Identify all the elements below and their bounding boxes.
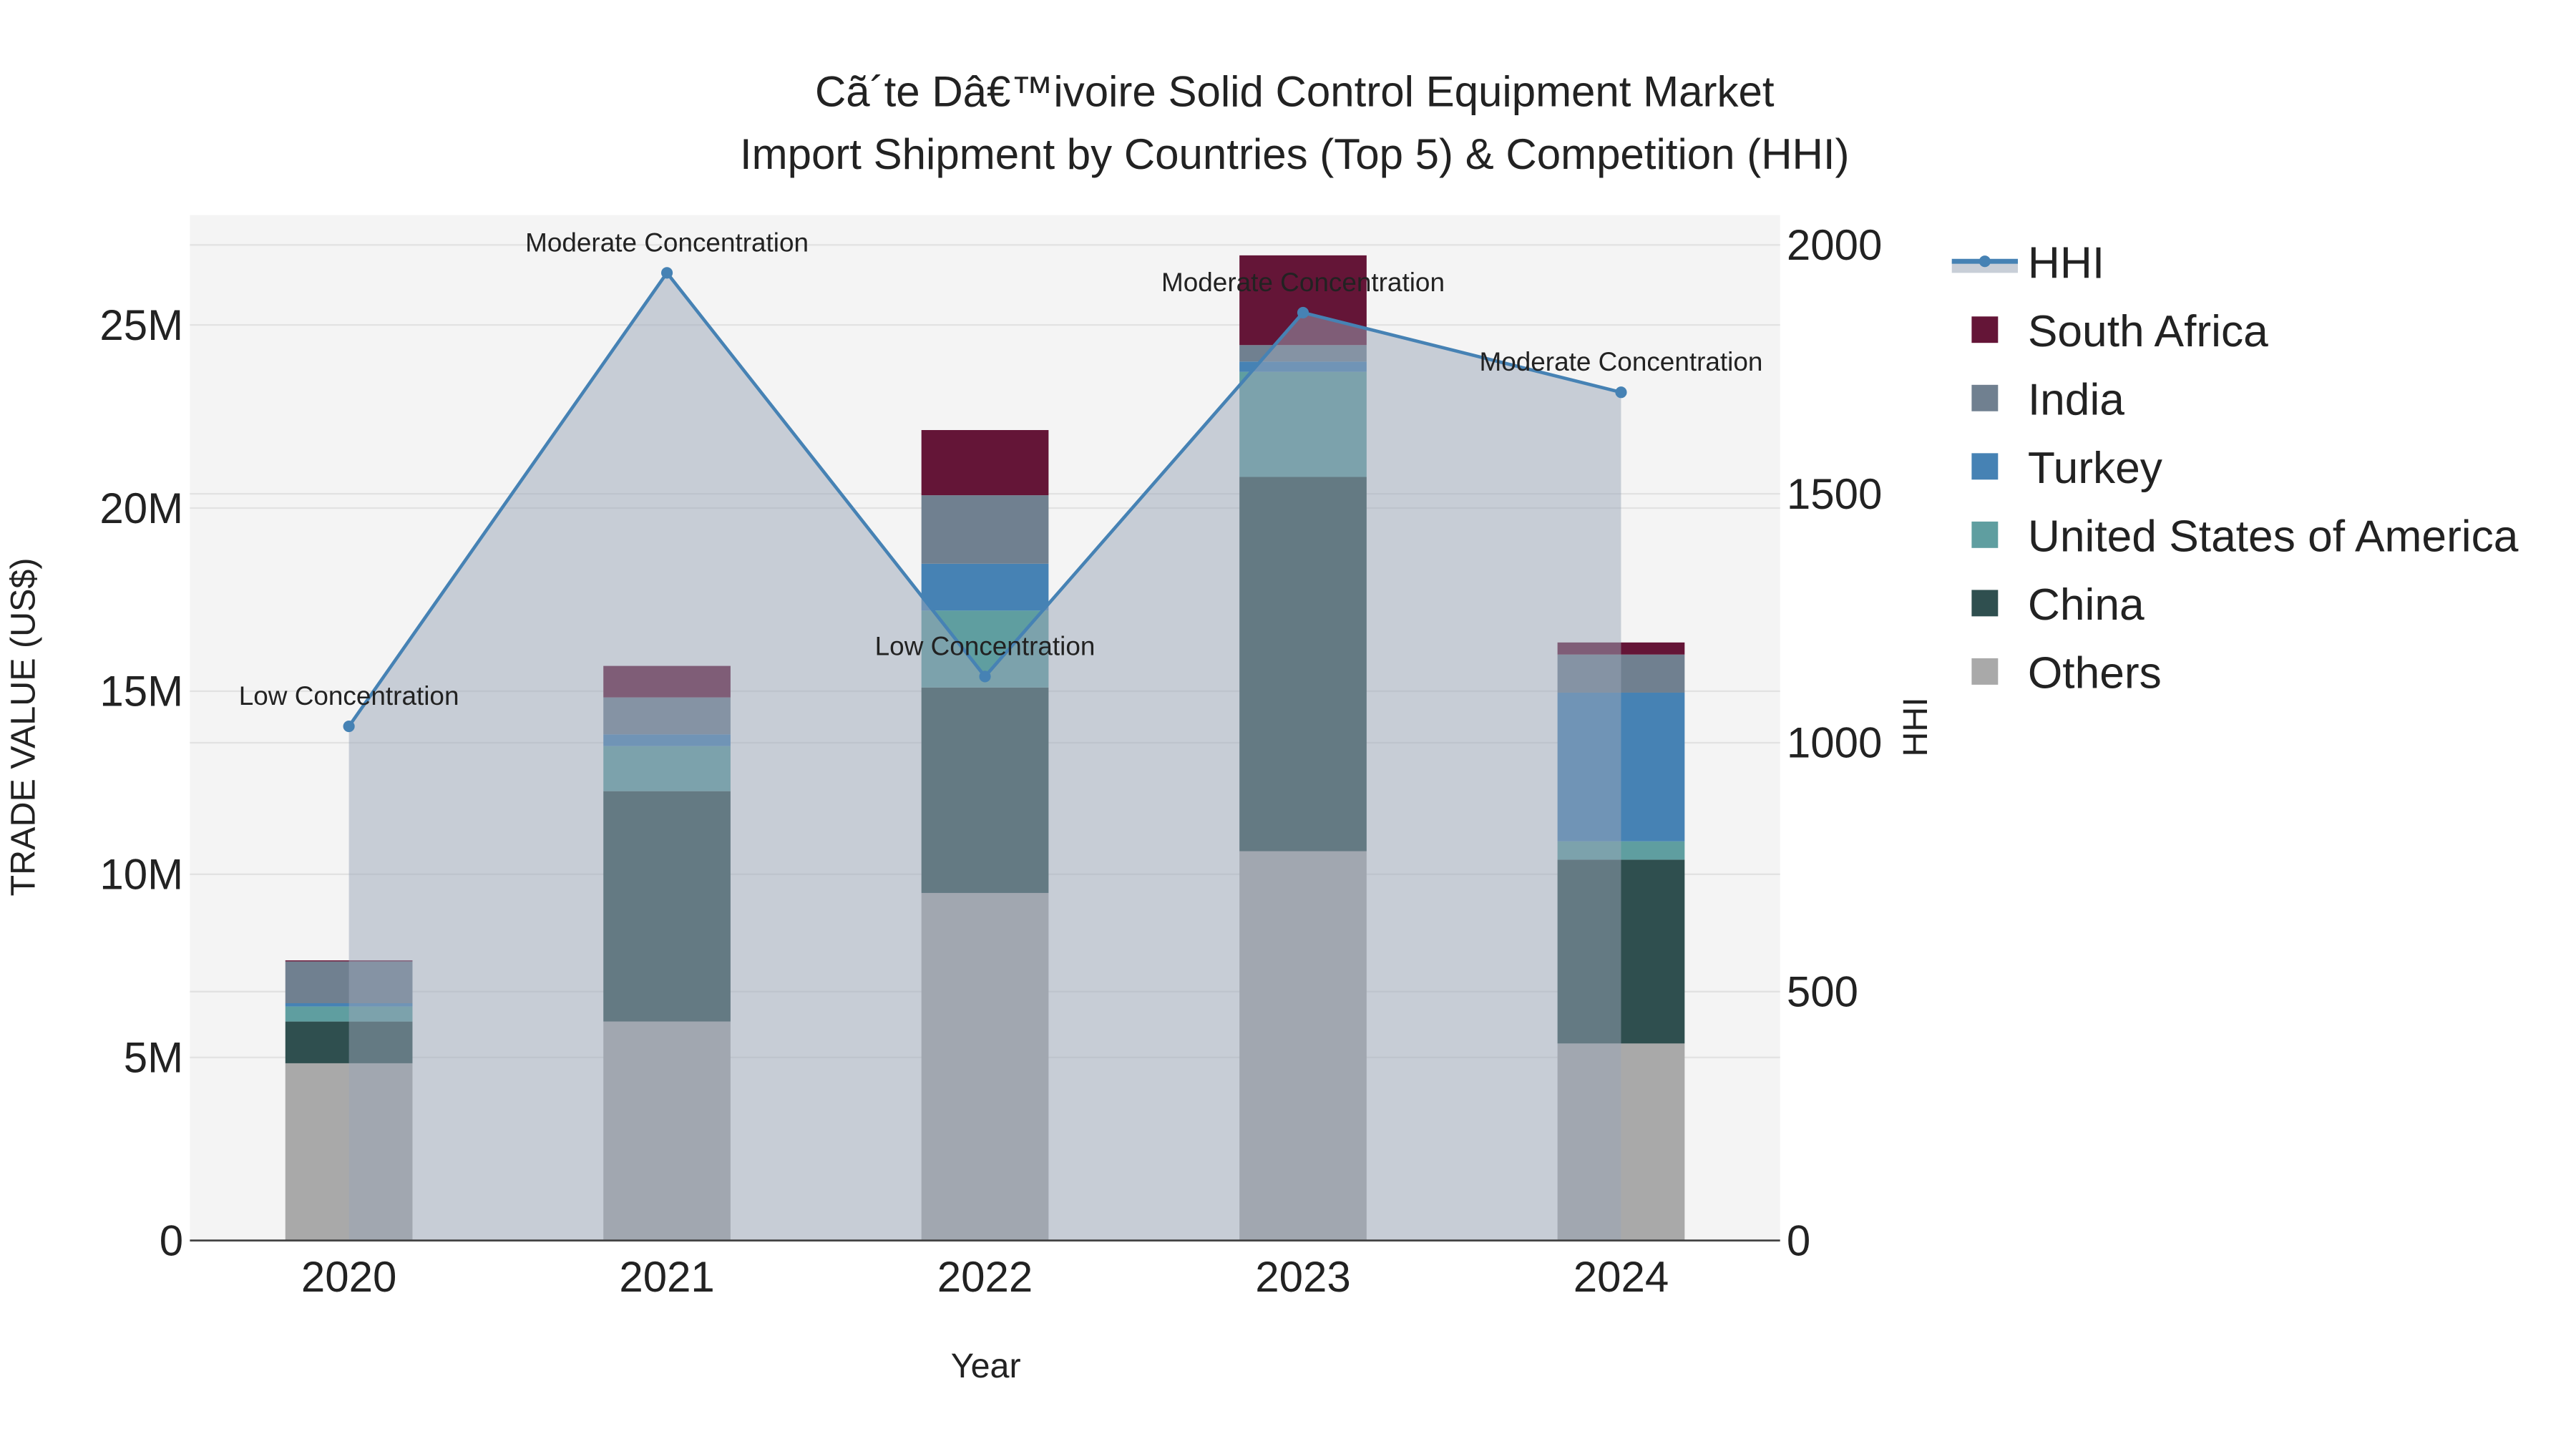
legend-label: China	[2028, 580, 2145, 630]
legend-swatch	[1971, 658, 1999, 685]
y2-axis-title: HHI	[1896, 697, 1935, 756]
legend-swatch	[1971, 521, 1999, 548]
legend-hhi-marker	[1979, 255, 1991, 268]
hhi-point-2024	[1615, 386, 1627, 399]
hhi-annotation: Low Concentration	[875, 631, 1096, 660]
hhi-point-2022	[979, 670, 991, 683]
legend-swatch	[1971, 453, 1999, 480]
bar-india-2022	[921, 495, 1049, 564]
chart-title-line2: Import Shipment by Countries (Top 5) & C…	[740, 130, 1850, 178]
legend-label: Others	[2028, 648, 2162, 698]
x-tick-label: 2020	[301, 1253, 396, 1301]
hhi-annotation: Moderate Concentration	[525, 228, 809, 257]
legend-swatch	[1971, 384, 1999, 411]
hhi-annotation: Moderate Concentration	[1479, 347, 1762, 376]
y2-tick-label: 1000	[1787, 719, 1882, 767]
x-axis-ticks: 2020 2021 2022 2023 2024	[301, 1253, 1669, 1301]
legend-item-india[interactable]: India	[1971, 375, 2124, 424]
y-tick-label: 5M	[124, 1034, 183, 1082]
x-tick-label: 2023	[1255, 1253, 1350, 1301]
legend: HHI South Africa India Turkey United States …	[1951, 238, 2519, 698]
legend-item-hhi[interactable]: HHI	[1951, 238, 2104, 288]
y2-tick-label: 1500	[1787, 470, 1882, 518]
hhi-point-2020	[343, 720, 355, 733]
hhi-annotation: Low Concentration	[239, 681, 459, 711]
hhi-point-2021	[661, 267, 673, 279]
y-axis-title: TRADE VALUE (US$)	[4, 557, 42, 896]
y-tick-label: 0	[160, 1216, 183, 1264]
legend-item-china[interactable]: China	[1971, 580, 2145, 630]
y2-axis-ticks: 0 500 1000 1500 2000	[1787, 221, 1882, 1264]
legend-item-others[interactable]: Others	[1971, 648, 2162, 698]
chart-title-line1: Cã´te Dâ€™ivoire Solid Control Equipment…	[815, 67, 1775, 115]
x-tick-label: 2024	[1574, 1253, 1669, 1301]
y2-tick-label: 500	[1787, 968, 1858, 1016]
y2-tick-label: 2000	[1787, 221, 1882, 269]
legend-item-united-states-of-america[interactable]: United States of America	[1971, 512, 2519, 561]
bar-south-africa-2022	[921, 430, 1049, 496]
bar-turkey-2022	[921, 563, 1049, 611]
legend-label: Turkey	[2028, 444, 2163, 493]
y-tick-label: 20M	[99, 484, 183, 532]
x-tick-label: 2021	[619, 1253, 714, 1301]
x-tick-label: 2022	[937, 1253, 1033, 1301]
legend-item-south-africa[interactable]: South Africa	[1971, 307, 2268, 356]
y-tick-label: 25M	[99, 301, 183, 349]
legend-label: India	[2028, 375, 2124, 424]
legend-swatch	[1971, 316, 1999, 343]
legend-item-turkey[interactable]: Turkey	[1971, 444, 2163, 493]
y2-tick-label: 0	[1787, 1216, 1810, 1264]
hhi-point-2023	[1297, 306, 1309, 319]
y-tick-label: 15M	[99, 668, 183, 716]
y-axis-ticks: 0 5M 10M 15M 20M 25M	[99, 301, 183, 1265]
chart: Low Concentration Moderate Concentration L…	[4, 67, 2519, 1385]
legend-label: United States of America	[2028, 512, 2519, 561]
hhi-annotation: Moderate Concentration	[1161, 268, 1445, 297]
legend-label: HHI	[2028, 238, 2104, 288]
x-axis-title: Year	[951, 1347, 1021, 1385]
y-tick-label: 10M	[99, 851, 183, 899]
legend-swatch	[1971, 590, 1999, 617]
legend-label: South Africa	[2028, 307, 2268, 356]
